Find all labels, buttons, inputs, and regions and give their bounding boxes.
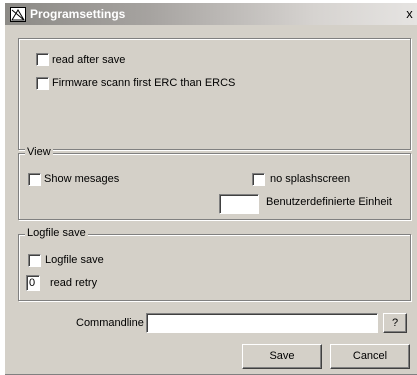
app-icon xyxy=(10,7,26,22)
title-bar: Programsettings x xyxy=(5,3,417,25)
show-messages-checkbox[interactable] xyxy=(28,173,41,186)
logfile-save-checkbox[interactable] xyxy=(28,254,41,267)
general-group: read after save Firmware scann first ERC… xyxy=(18,38,411,150)
commandline-label: Commandline xyxy=(76,317,144,329)
commandline-input[interactable] xyxy=(146,313,378,333)
logfile-save-label: Logfile save xyxy=(45,254,104,266)
logfile-legend: Logfile save xyxy=(25,227,88,239)
show-messages-label: Show mesages xyxy=(44,173,120,185)
read-retry-label: read retry xyxy=(50,277,98,289)
no-splashscreen-label: no splashscreen xyxy=(270,173,351,185)
firmware-scan-label: Firmware scann first ERC than ERCS xyxy=(52,77,236,89)
view-group: View Show mesages no splashscreen Benutz… xyxy=(18,146,411,220)
commandline-help-button[interactable]: ? xyxy=(383,313,407,333)
logfile-group: Logfile save Logfile save read retry xyxy=(18,227,411,301)
no-splashscreen-checkbox[interactable] xyxy=(252,173,265,186)
firmware-scan-checkbox[interactable] xyxy=(36,77,49,90)
close-button[interactable]: x xyxy=(404,7,415,20)
custom-unit-input[interactable] xyxy=(219,194,259,214)
custom-unit-label: Benutzerdefinierte Einheit xyxy=(266,196,392,208)
read-after-save-checkbox[interactable] xyxy=(36,53,49,66)
cancel-button[interactable]: Cancel xyxy=(330,344,410,369)
window-title: Programsettings xyxy=(30,7,126,21)
program-settings-dialog: Programsettings x read after save Firmwa… xyxy=(4,2,417,375)
read-retry-input[interactable] xyxy=(26,275,40,291)
read-after-save-label: read after save xyxy=(52,54,126,66)
view-legend: View xyxy=(25,146,53,158)
save-button[interactable]: Save xyxy=(242,344,322,369)
